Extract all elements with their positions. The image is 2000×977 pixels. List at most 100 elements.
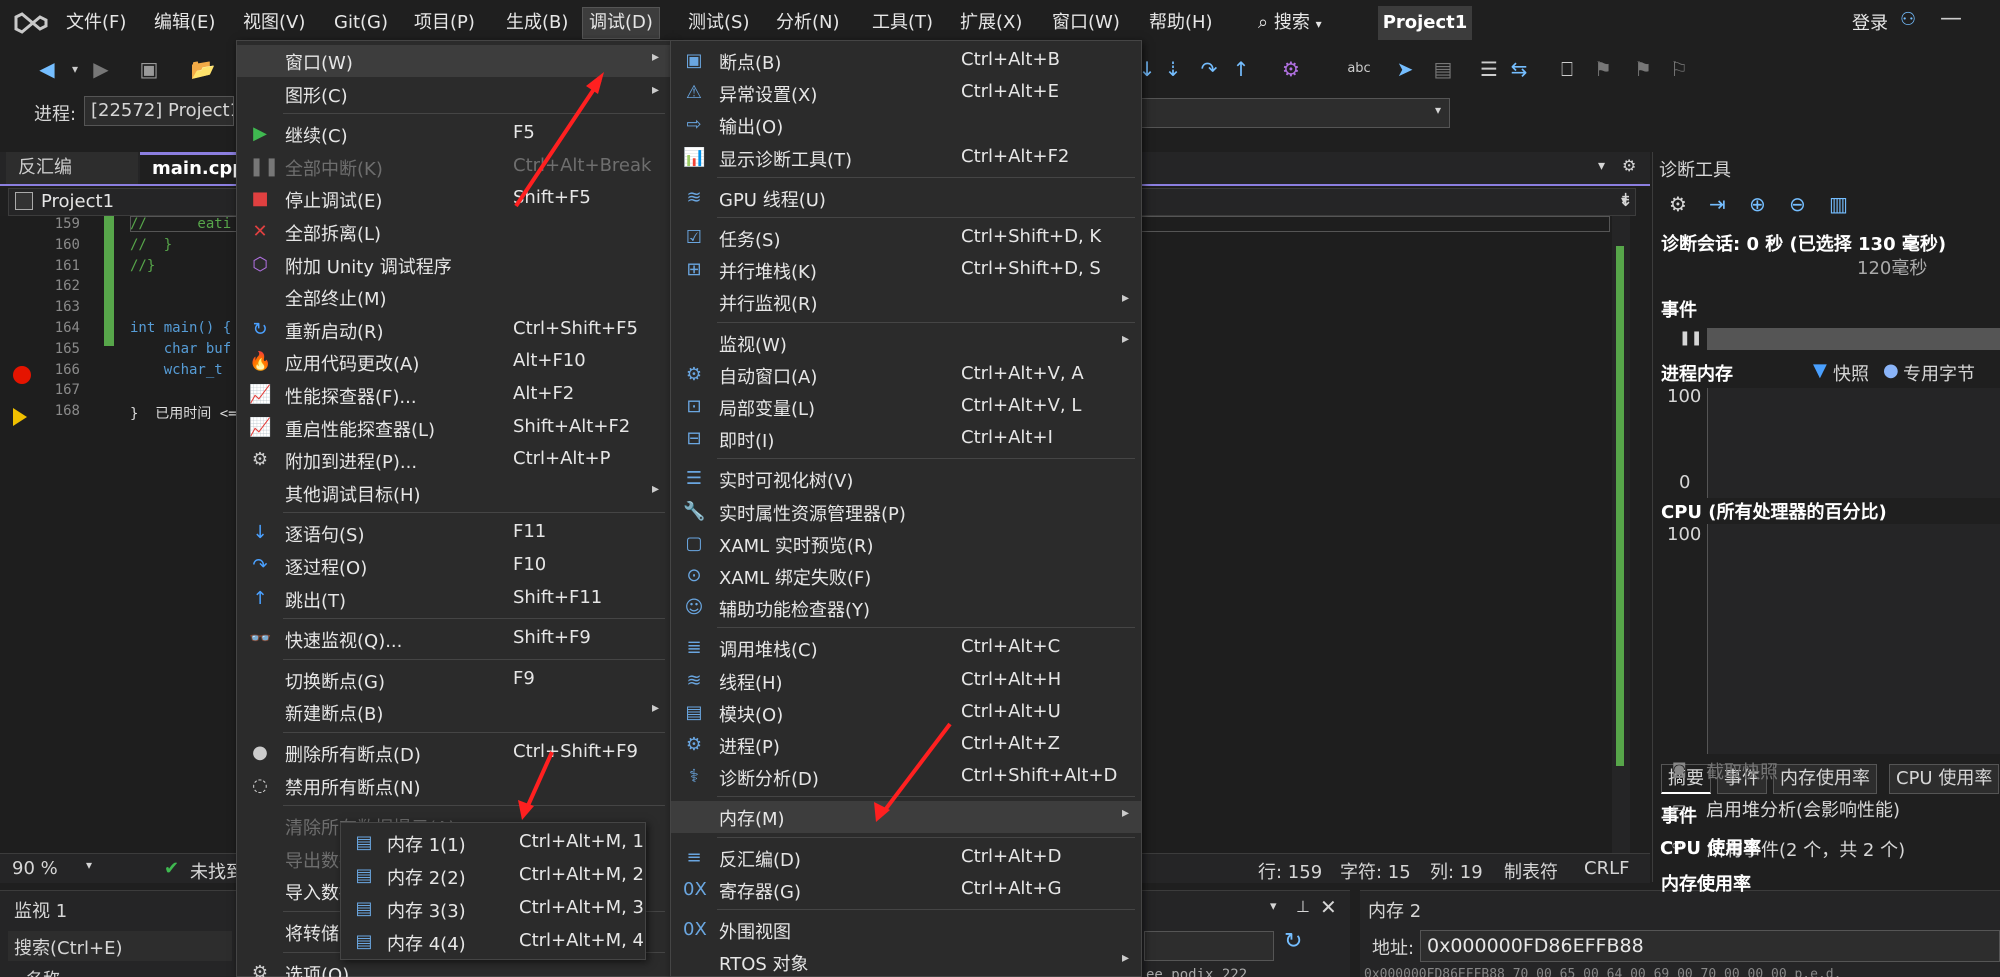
- indent-icon[interactable]: ☰: [1476, 56, 1502, 82]
- menu-file[interactable]: 文件(F): [66, 10, 126, 36]
- code-line[interactable]: } 已用时间 <=: [130, 403, 245, 423]
- menu-analyze[interactable]: 分析(N): [776, 10, 840, 36]
- debug-menu-item-10[interactable]: 📈 性能探查器(F)... Alt+F2: [237, 379, 671, 411]
- process-memory-header[interactable]: 进程内存: [1661, 360, 1733, 386]
- debug-menu-item-18[interactable]: 切换断点(G) F9: [237, 664, 671, 696]
- window-menu-item-8[interactable]: 监视(W) ▸: [671, 327, 1141, 359]
- window-menu-item-22[interactable]: 内存(M) ▸: [671, 801, 1141, 834]
- zoom-level[interactable]: 90 %: [12, 858, 58, 879]
- window-menu-item-5[interactable]: ☑ 任务(S) Ctrl+Shift+D, K: [671, 222, 1141, 254]
- hot-reload-icon[interactable]: ⚙: [1278, 56, 1304, 82]
- window-menu-item-14[interactable]: ▢ XAML 实时预览(R): [671, 528, 1141, 560]
- account-icon[interactable]: ⚇: [1900, 9, 1916, 30]
- settings-icon[interactable]: ⚙: [1669, 192, 1687, 216]
- menu-project[interactable]: 项目(P): [414, 10, 475, 36]
- window-menu-item-10[interactable]: ⊡ 局部变量(L) Ctrl+Alt+V, L: [671, 391, 1141, 423]
- debug-menu-item-14[interactable]: ↓ 逐语句(S) F11: [237, 517, 671, 549]
- take-snapshot-button[interactable]: 截取快照: [1706, 758, 1778, 784]
- spell-check-icon[interactable]: abc: [1346, 56, 1372, 82]
- editor-scrollbar[interactable]: [1612, 216, 1630, 856]
- comment-icon[interactable]: ▤: [1430, 56, 1456, 82]
- open-folder-icon[interactable]: 📂: [190, 56, 216, 82]
- debug-menu-item-2[interactable]: ▶ 继续(C) F5: [237, 118, 671, 150]
- code-line[interactable]: int main() {: [130, 320, 231, 336]
- window-menu-item-24[interactable]: 0X 寄存器(G) Ctrl+Alt+G: [671, 874, 1141, 906]
- login-link[interactable]: 登录: [1852, 9, 1888, 35]
- minimize-icon[interactable]: —: [1940, 6, 1962, 31]
- window-menu-item-18[interactable]: ≋ 线程(H) Ctrl+Alt+H: [671, 665, 1141, 697]
- window-menu-item-2[interactable]: ⇨ 输出(O): [671, 109, 1141, 141]
- zoom-in-icon[interactable]: ⊕: [1749, 192, 1766, 216]
- window-menu-item-16[interactable]: ☺ 辅助功能检查器(Y): [671, 592, 1141, 624]
- next-bookmark-icon[interactable]: ⚑: [1630, 56, 1656, 82]
- debug-menu-item-20[interactable]: ● 删除所有断点(D) Ctrl+Shift+F9: [237, 737, 671, 769]
- debug-menu-item-15[interactable]: ↷ 逐过程(O) F10: [237, 550, 671, 582]
- menu-view[interactable]: 视图(V): [243, 10, 305, 36]
- menu-tools[interactable]: 工具(T): [872, 10, 933, 36]
- debug-menu-item-5[interactable]: ✕ 全部拆离(L): [237, 216, 671, 248]
- new-item-icon[interactable]: ▣: [136, 56, 162, 82]
- debug-menu-item-12[interactable]: ⚙ 附加到进程(P)... Ctrl+Alt+P: [237, 444, 671, 476]
- window-menu-item-15[interactable]: ⊙ XAML 绑定失败(F): [671, 560, 1141, 592]
- prev-bookmark-icon[interactable]: ⚑: [1590, 56, 1616, 82]
- export-icon[interactable]: ⇥: [1709, 192, 1726, 216]
- window-menu-item-6[interactable]: ⊞ 并行堆栈(K) Ctrl+Shift+D, S: [671, 254, 1141, 286]
- window-menu-item-7[interactable]: 并行监视(R) ▸: [671, 286, 1141, 318]
- tab-main-cpp[interactable]: main.cpp: [140, 152, 245, 184]
- window-menu-item-9[interactable]: ⚙ 自动窗口(A) Ctrl+Alt+V, A: [671, 359, 1141, 391]
- menu-git[interactable]: Git(G): [334, 10, 388, 36]
- panel-dropdown-icon[interactable]: ▾: [1270, 899, 1277, 914]
- code-line[interactable]: char buf: [130, 341, 231, 357]
- window-menu-item-21[interactable]: ⚕ 诊断分析(D) Ctrl+Shift+Alt+D: [671, 761, 1141, 793]
- debug-menu-item-7[interactable]: 全部终止(M): [237, 281, 671, 313]
- outdent-icon[interactable]: ⇆: [1506, 56, 1532, 82]
- cursor-icon[interactable]: ➤: [1392, 56, 1418, 82]
- tab-disassembly[interactable]: 反汇编: [6, 152, 138, 184]
- code-line[interactable]: //}: [130, 258, 155, 274]
- breakpoint-icon[interactable]: [13, 366, 31, 384]
- stack-frame-combo[interactable]: ▾: [1130, 98, 1450, 128]
- chevron-down-icon[interactable]: ▾: [86, 858, 92, 872]
- refresh-icon[interactable]: ↻: [1284, 929, 1302, 954]
- debug-menu-item-16[interactable]: ↑ 跳出(T) Shift+F11: [237, 583, 671, 615]
- menu-test[interactable]: 测试(S): [688, 10, 749, 36]
- window-menu-item-11[interactable]: ⊟ 即时(I) Ctrl+Alt+I: [671, 423, 1141, 455]
- debug-menu-item-8[interactable]: ↻ 重新启动(R) Ctrl+Shift+F5: [237, 314, 671, 346]
- debug-menu-item-11[interactable]: 📈 重启性能探查器(L) Shift+Alt+F2: [237, 412, 671, 444]
- forward-icon[interactable]: ▶: [88, 56, 114, 82]
- menu-extensions[interactable]: 扩展(X): [960, 10, 1022, 36]
- bookmark-icon[interactable]: ⎕: [1554, 56, 1580, 82]
- tab-mode[interactable]: 制表符: [1504, 858, 1558, 884]
- split-icon[interactable]: ⇟: [1618, 190, 1633, 211]
- watch-search[interactable]: 搜索(Ctrl+E): [8, 931, 232, 961]
- memory-menu-item-3[interactable]: ▤ 内存 4(4) Ctrl+Alt+M, 4: [341, 926, 645, 958]
- window-menu-item-26[interactable]: RTOS 对象 ▸: [671, 946, 1141, 977]
- process-combo[interactable]: [22572] Project1: [84, 96, 234, 126]
- window-menu-item-19[interactable]: ▤ 模块(O) Ctrl+Alt+U: [671, 697, 1141, 729]
- menu-debug[interactable]: 调试(D): [582, 7, 660, 39]
- window-menu-item-0[interactable]: ▣ 断点(B) Ctrl+Alt+B: [671, 45, 1141, 77]
- menu-help[interactable]: 帮助(H): [1149, 10, 1213, 36]
- search-box[interactable]: ⌕ 搜索 ▾: [1258, 8, 1322, 34]
- window-menu-item-23[interactable]: ≡ 反汇编(D) Ctrl+Alt+D: [671, 842, 1141, 874]
- window-menu-item-13[interactable]: 🔧 实时属性资源管理器(P): [671, 496, 1141, 528]
- window-menu-item-1[interactable]: ⚠ 异常设置(X) Ctrl+Alt+E: [671, 77, 1141, 109]
- tab-list-icon[interactable]: ▾: [1598, 158, 1605, 174]
- debug-menu-item-21[interactable]: ◌ 禁用所有断点(N): [237, 770, 671, 802]
- memory-menu-item-1[interactable]: ▤ 内存 2(2) Ctrl+Alt+M, 2: [341, 860, 645, 892]
- step-out-toolbar-icon[interactable]: ↑: [1228, 56, 1254, 82]
- debug-menu-item-13[interactable]: 其他调试目标(H) ▸: [237, 477, 671, 509]
- watch-dropdown[interactable]: [1144, 931, 1274, 961]
- line-ending[interactable]: CRLF: [1584, 858, 1629, 879]
- debug-menu-item-0[interactable]: 窗口(W) ▸: [237, 45, 671, 77]
- visual-studio-logo-icon[interactable]: [14, 9, 48, 37]
- debug-menu-item-9[interactable]: 🔥 应用代码更改(A) Alt+F10: [237, 346, 671, 378]
- menu-build[interactable]: 生成(B): [506, 10, 568, 36]
- pause-icon[interactable]: ❚❚: [1679, 330, 1702, 346]
- debug-menu-item-3[interactable]: ❚❚ 全部中断(K) Ctrl+Alt+Break: [237, 151, 671, 183]
- debug-menu-item-17[interactable]: 👓 快速监视(Q)... Shift+F9: [237, 623, 671, 655]
- pin-icon[interactable]: ⊥: [1296, 897, 1310, 916]
- memory-menu-item-0[interactable]: ▤ 内存 1(1) Ctrl+Alt+M, 1: [341, 827, 645, 859]
- code-line[interactable]: // }: [130, 237, 172, 253]
- window-menu-item-25[interactable]: 0X 外围视图: [671, 914, 1141, 946]
